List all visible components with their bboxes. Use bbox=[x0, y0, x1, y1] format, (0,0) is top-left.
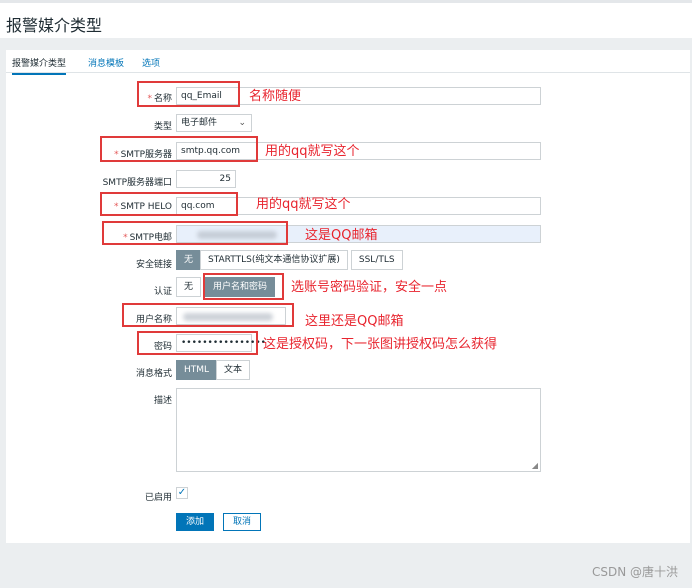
auth-none[interactable]: 无 bbox=[176, 277, 202, 297]
annotation-smtp-email: 这是QQ邮箱 bbox=[305, 228, 378, 243]
tab-media-type[interactable]: 报警媒介类型 bbox=[12, 56, 67, 75]
security-none[interactable]: 无 bbox=[176, 250, 202, 270]
message-format-segmented: HTML 文本 bbox=[176, 360, 251, 380]
annotation-smtp-server: 用的qq就写这个 bbox=[265, 144, 360, 159]
auth-label: 认证 bbox=[153, 287, 172, 297]
page-title: 报警媒介类型 bbox=[6, 16, 103, 35]
annotation-name: 名称随便 bbox=[249, 89, 302, 104]
enabled-label: 已启用 bbox=[144, 493, 172, 503]
message-format-label: 消息格式 bbox=[135, 369, 172, 379]
add-button[interactable]: 添加 bbox=[176, 513, 214, 531]
annotation-box-smtp-server bbox=[100, 136, 258, 162]
security-label: 安全链接 bbox=[135, 260, 172, 270]
type-label: 类型 bbox=[153, 122, 172, 132]
annotation-box-smtp-email bbox=[102, 221, 288, 245]
description-textarea[interactable]: ◢ bbox=[176, 388, 541, 472]
enabled-checkbox[interactable]: ✓ bbox=[176, 487, 188, 499]
annotation-box-username bbox=[122, 303, 294, 327]
tab-message-templates[interactable]: 消息模板 bbox=[88, 56, 124, 69]
tab-options[interactable]: 选项 bbox=[142, 56, 160, 69]
smtp-port-input[interactable]: 25 bbox=[176, 170, 236, 188]
format-html[interactable]: HTML bbox=[176, 360, 218, 380]
annotation-box-password bbox=[137, 331, 258, 355]
annotation-box-smtp-helo bbox=[100, 192, 238, 216]
security-starttls[interactable]: STARTTLS(纯文本通信协议扩展) bbox=[200, 250, 348, 270]
annotation-password: 这是授权码，下一张图讲授权码怎么获得 bbox=[263, 337, 498, 352]
chevron-down-icon: ⌄ bbox=[238, 118, 246, 128]
type-select[interactable]: 电子邮件 ⌄ bbox=[176, 114, 252, 132]
cancel-button[interactable]: 取消 bbox=[223, 513, 261, 531]
resize-handle-icon[interactable]: ◢ bbox=[532, 461, 538, 470]
annotation-box-auth bbox=[203, 273, 284, 300]
annotation-username: 这里还是QQ邮箱 bbox=[305, 314, 404, 329]
watermark: CSDN @唐十洪 bbox=[591, 565, 678, 579]
form-card: 报警媒介类型 消息模板 选项 * 名称 qq_Email 名称随便 类型 电子邮件… bbox=[6, 50, 690, 543]
annotation-auth: 选账号密码验证，安全一点 bbox=[291, 280, 448, 295]
tab-bar: 报警媒介类型 消息模板 选项 bbox=[6, 50, 690, 75]
page-header: 报警媒介类型 bbox=[0, 0, 692, 38]
description-label: 描述 bbox=[153, 396, 172, 406]
security-ssl-tls[interactable]: SSL/TLS bbox=[350, 250, 403, 270]
annotation-box-name bbox=[137, 81, 240, 107]
format-text[interactable]: 文本 bbox=[216, 360, 251, 380]
security-segmented: 无 STARTTLS(纯文本通信协议扩展) SSL/TLS bbox=[176, 250, 403, 270]
annotation-smtp-helo: 用的qq就写这个 bbox=[256, 197, 351, 212]
smtp-port-label: SMTP服务器端口 bbox=[102, 178, 172, 188]
